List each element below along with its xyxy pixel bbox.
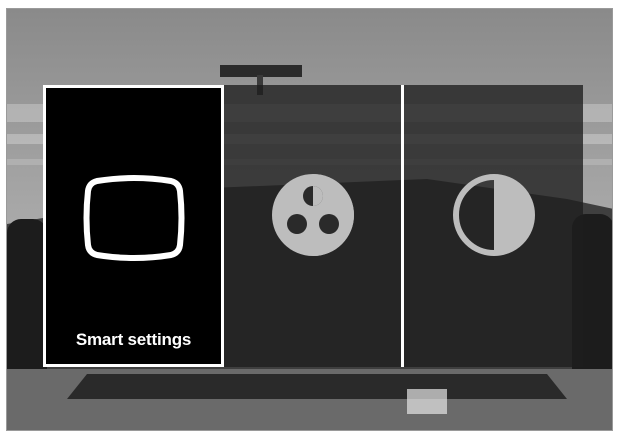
picture-menu: Smart settings — [43, 85, 583, 367]
tv-screen: Smart settings — [6, 8, 613, 431]
menu-item-color[interactable] — [224, 85, 401, 367]
menu-item-smart-settings[interactable]: Smart settings — [43, 85, 224, 367]
color-icon — [271, 174, 354, 256]
menu-item-contrast[interactable] — [404, 85, 583, 367]
menu-item-label: Smart settings — [75, 330, 192, 349]
contrast-icon — [452, 174, 535, 256]
screen-icon — [83, 175, 184, 261]
